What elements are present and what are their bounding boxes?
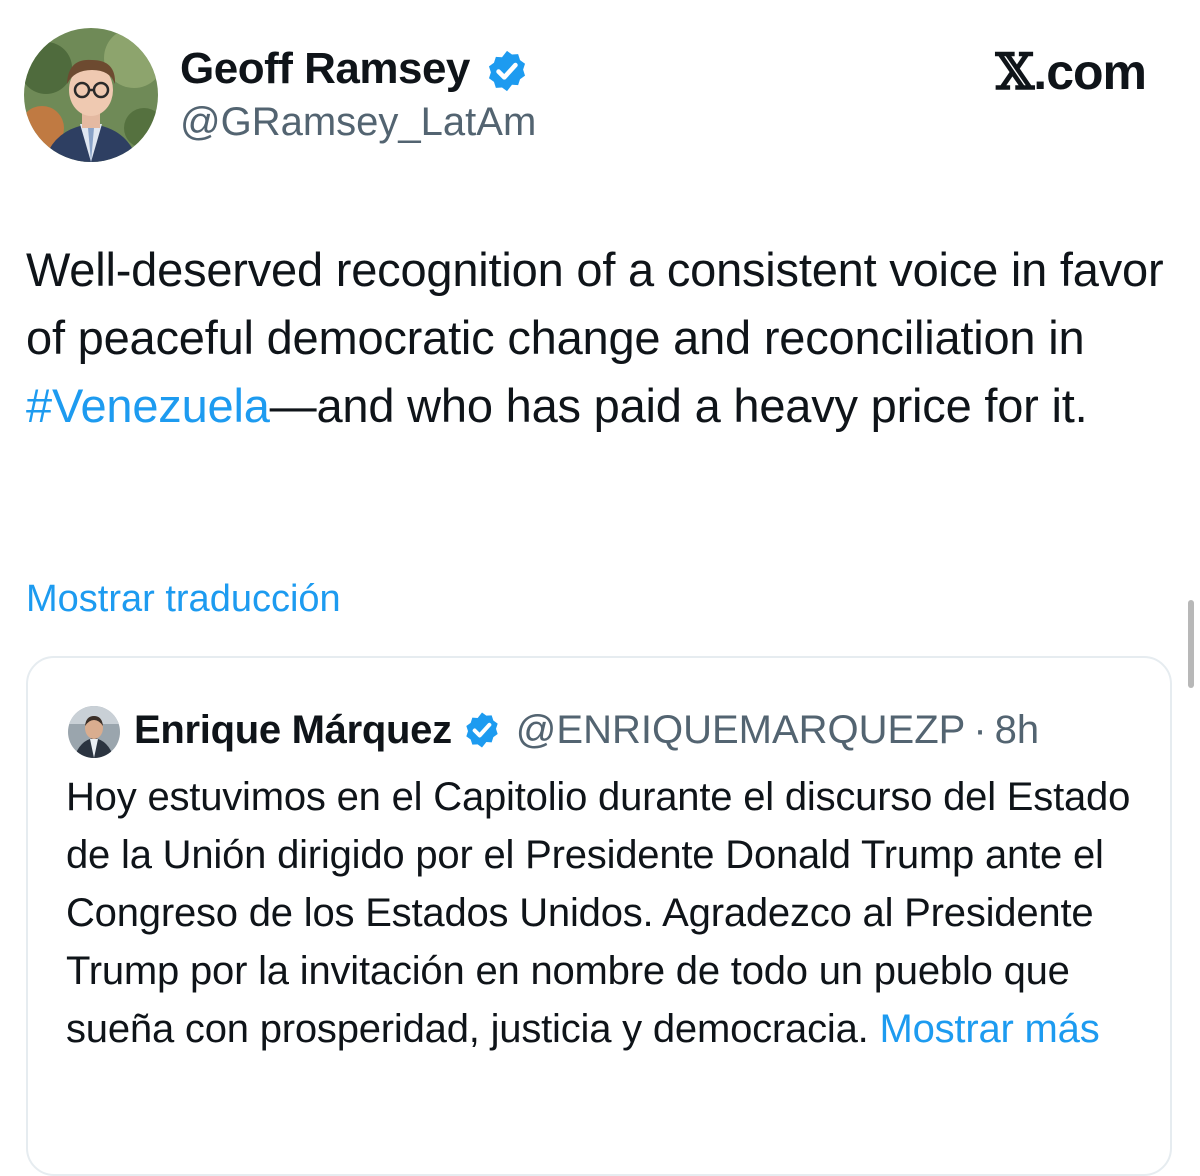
tweet-text-before: Well-deserved recognition of a consisten… bbox=[26, 243, 1164, 364]
site-domain: .com bbox=[1033, 44, 1147, 100]
hashtag-link[interactable]: #Venezuela bbox=[26, 379, 270, 432]
show-more-link[interactable]: Mostrar más bbox=[879, 1007, 1099, 1051]
quote-author-name[interactable]: Enrique Márquez bbox=[134, 708, 452, 753]
quote-author-avatar[interactable] bbox=[68, 706, 120, 758]
verified-badge-icon bbox=[488, 50, 526, 92]
quote-timestamp[interactable]: 8h bbox=[995, 708, 1040, 753]
quote-separator: · bbox=[973, 707, 987, 752]
quote-header: Enrique Márquez @ENRIQUEMARQUEZP · 8h bbox=[134, 702, 1039, 758]
x-logo-glyph: 𝕏 bbox=[995, 42, 1035, 101]
tweet-text-after: —and who has paid a heavy price for it. bbox=[269, 379, 1088, 432]
verified-badge-icon bbox=[466, 712, 498, 748]
show-translation-link[interactable]: Mostrar traducción bbox=[26, 578, 341, 621]
author-display-name[interactable]: Geoff Ramsey bbox=[180, 44, 470, 94]
tweet-header: Geoff Ramsey @GRamsey_LatAm 𝕏.com bbox=[0, 0, 1200, 170]
quote-text: Hoy estuvimos en el Capitolio durante el… bbox=[66, 768, 1146, 1058]
x-logo-icon: 𝕏.com bbox=[996, 42, 1147, 101]
quoted-tweet-card[interactable]: Enrique Márquez @ENRIQUEMARQUEZP · 8h Ho… bbox=[26, 656, 1172, 1176]
quote-author-handle[interactable]: @ENRIQUEMARQUEZP bbox=[516, 708, 966, 753]
scrollbar[interactable] bbox=[1188, 600, 1194, 688]
author-avatar[interactable] bbox=[24, 28, 158, 162]
author-handle[interactable]: @GRamsey_LatAm bbox=[180, 100, 536, 145]
tweet-text: Well-deserved recognition of a consisten… bbox=[26, 236, 1176, 440]
